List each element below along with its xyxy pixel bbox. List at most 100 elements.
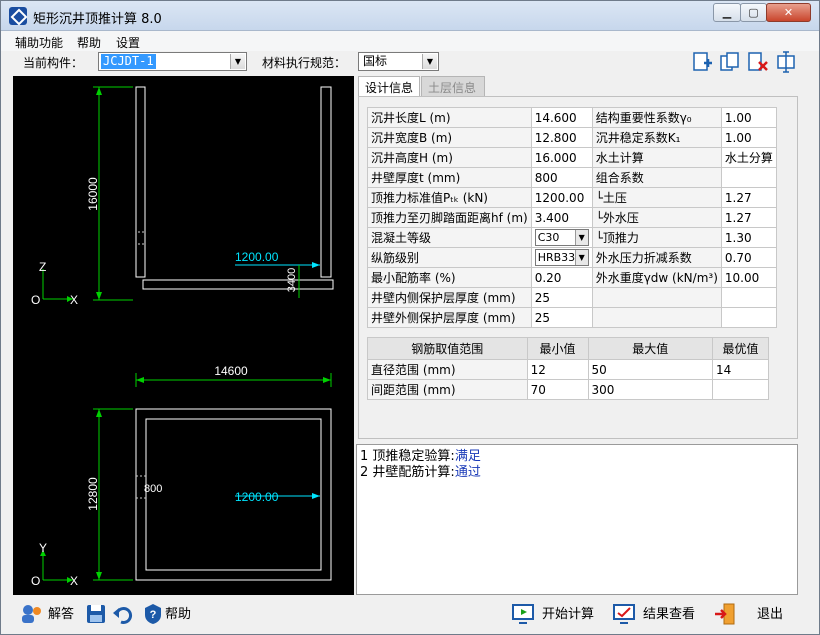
param-value[interactable]: 3.400 [530,207,593,228]
result-status[interactable]: 通过 [455,465,481,480]
concrete-grade-value: C30 [537,231,560,244]
result-line: 2 井壁配筋计算:通过 [360,465,794,481]
elevation-view: 16000 1200.00 3400 Z X O [31,86,334,307]
menu-help[interactable]: 帮助 [77,34,101,51]
param-label: 顶推力标准值Pₜₖ (kN) [367,187,532,208]
menu-settings[interactable]: 设置 [116,34,140,51]
member-label: 当前构件： [23,56,84,70]
member-settings-icon[interactable] [775,51,797,73]
rebar-grade-select[interactable]: HRB335 ▼ [530,247,593,268]
param-value[interactable]: 1.27 [720,187,777,208]
table-row: 纵筋级别 HRB335 ▼ 外水压力折减系数 0.70 [367,247,777,268]
param-value[interactable]: 25 [530,287,593,308]
member-select[interactable]: JCJDT-1 ▼ [98,52,247,71]
add-member-icon[interactable] [691,51,713,73]
range-min[interactable]: 12 [526,359,589,380]
param-value[interactable]: 14.600 [530,107,593,128]
start-calc-button[interactable]: 开始计算 [542,603,594,627]
param-value[interactable]: 16.000 [530,147,593,168]
save-icon[interactable] [84,602,108,626]
param-label: 沉井稳定系数K₁ [591,127,722,148]
param-value[interactable]: 12.800 [530,127,593,148]
param-value [720,167,777,188]
chevron-down-icon[interactable]: ▼ [574,250,588,265]
drawing-canvas[interactable]: 16000 1200.00 3400 Z X O 14600 12800 800… [13,76,354,595]
chevron-down-icon[interactable]: ▼ [422,54,437,69]
axis-origin-label: O [31,574,40,588]
param-value[interactable]: 800 [530,167,593,188]
param-value[interactable]: 1.00 [720,127,777,148]
param-label: └外水压 [591,207,722,228]
param-value[interactable]: 1200.00 [530,187,593,208]
exit-button[interactable]: 退出 [757,603,783,627]
concrete-grade-combo[interactable]: C30 ▼ [534,229,589,246]
view-results-button[interactable]: 结果查看 [643,603,695,627]
answer-icon[interactable] [19,602,43,626]
chevron-down-icon[interactable]: ▼ [574,230,588,245]
result-number: 2 [360,465,369,480]
range-max[interactable]: 300 [587,379,714,400]
axis-z-label: Z [39,260,46,274]
result-status[interactable]: 满足 [455,449,481,464]
param-value[interactable]: 水土分算 [720,147,777,168]
menu-tools[interactable]: 辅助功能 [15,34,63,51]
maximize-button[interactable]: ▢ [740,3,767,22]
param-label: 最小配筋率 (%) [367,267,532,288]
table-row: 间距范围 (mm) 70 300 [367,379,769,400]
concrete-grade-select[interactable]: C30 ▼ [530,227,593,248]
param-value[interactable]: 25 [530,307,593,328]
help-button[interactable]: 帮助 [165,603,191,627]
menu-bar: 辅助功能 帮助 设置 [1,31,819,51]
rebar-grade-combo[interactable]: HRB335 ▼ [534,249,589,266]
undo-icon[interactable] [112,602,136,626]
param-label [591,307,722,328]
exit-icon[interactable] [713,602,737,626]
copy-member-icon[interactable] [719,51,741,73]
column-header: 钢筋取值范围 [367,337,528,360]
tab-soil[interactable]: 土层信息 [421,76,485,96]
result-label: 井壁配筋计算: [372,465,455,480]
param-label: 外水重度γdw (kN/m³) [591,267,722,288]
param-value[interactable]: 1.30 [720,227,777,248]
range-max[interactable]: 50 [587,359,714,380]
view-results-icon[interactable] [612,602,636,626]
answer-button[interactable]: 解答 [48,603,74,627]
code-select-value: 国标 [363,54,388,68]
param-label: 顶推力至刃脚踏面距离hf (m) [367,207,532,228]
app-logo-icon [9,7,27,25]
result-number: 1 [360,449,369,464]
table-row: 井壁外侧保护层厚度 (mm) 25 [367,307,777,328]
chevron-down-icon[interactable]: ▼ [230,54,245,69]
range-min[interactable]: 70 [526,379,589,400]
drawing-svg: 16000 1200.00 3400 Z X O 14600 12800 800… [31,86,334,588]
param-label: 纵筋级别 [367,247,532,268]
member-select-value: JCJDT-1 [101,54,156,69]
param-label: 沉井长度L (m) [367,107,532,128]
param-label: 沉井高度H (m) [367,147,532,168]
range-optimal[interactable] [712,379,769,400]
param-value[interactable]: 0.70 [720,247,777,268]
results-box[interactable]: 1 顶推稳定验算:满足 2 井壁配筋计算:通过 [356,444,798,595]
close-button[interactable]: ✕ [766,3,811,22]
minimize-button[interactable]: ▁ [713,3,741,22]
table-row: 混凝土等级 C30 ▼ └顶推力 1.30 [367,227,777,248]
tab-design[interactable]: 设计信息 [358,76,420,96]
range-label: 直径范围 (mm) [367,359,528,380]
param-value[interactable]: 10.00 [720,267,777,288]
start-calc-icon[interactable] [511,602,535,626]
table-row: 井壁内侧保护层厚度 (mm) 25 [367,287,777,308]
table-row: 顶推力至刃脚踏面距离hf (m) 3.400 └外水压 1.27 [367,207,777,228]
range-optimal[interactable]: 14 [712,359,769,380]
help-icon[interactable]: ? [141,602,165,626]
param-value[interactable]: 0.20 [530,267,593,288]
plan-width-dim: 12800 [86,477,100,511]
delete-member-icon[interactable] [747,51,769,73]
table-row: 顶推力标准值Pₜₖ (kN) 1200.00 └土压 1.27 [367,187,777,208]
param-value[interactable]: 1.00 [720,107,777,128]
param-value[interactable]: 1.27 [720,207,777,228]
code-select[interactable]: 国标 ▼ [358,52,439,71]
design-table: 沉井长度L (m) 14.600 结构重要性系数γ₀ 1.00 沉井宽度B (m… [367,107,777,328]
axis-origin-label: O [31,293,40,307]
bottom-bar: 解答 ? 帮助 开始计算 结果查看 退出 [1,597,819,634]
table-header-row: 钢筋取值范围 最小值 最大值 最优值 [367,337,769,360]
